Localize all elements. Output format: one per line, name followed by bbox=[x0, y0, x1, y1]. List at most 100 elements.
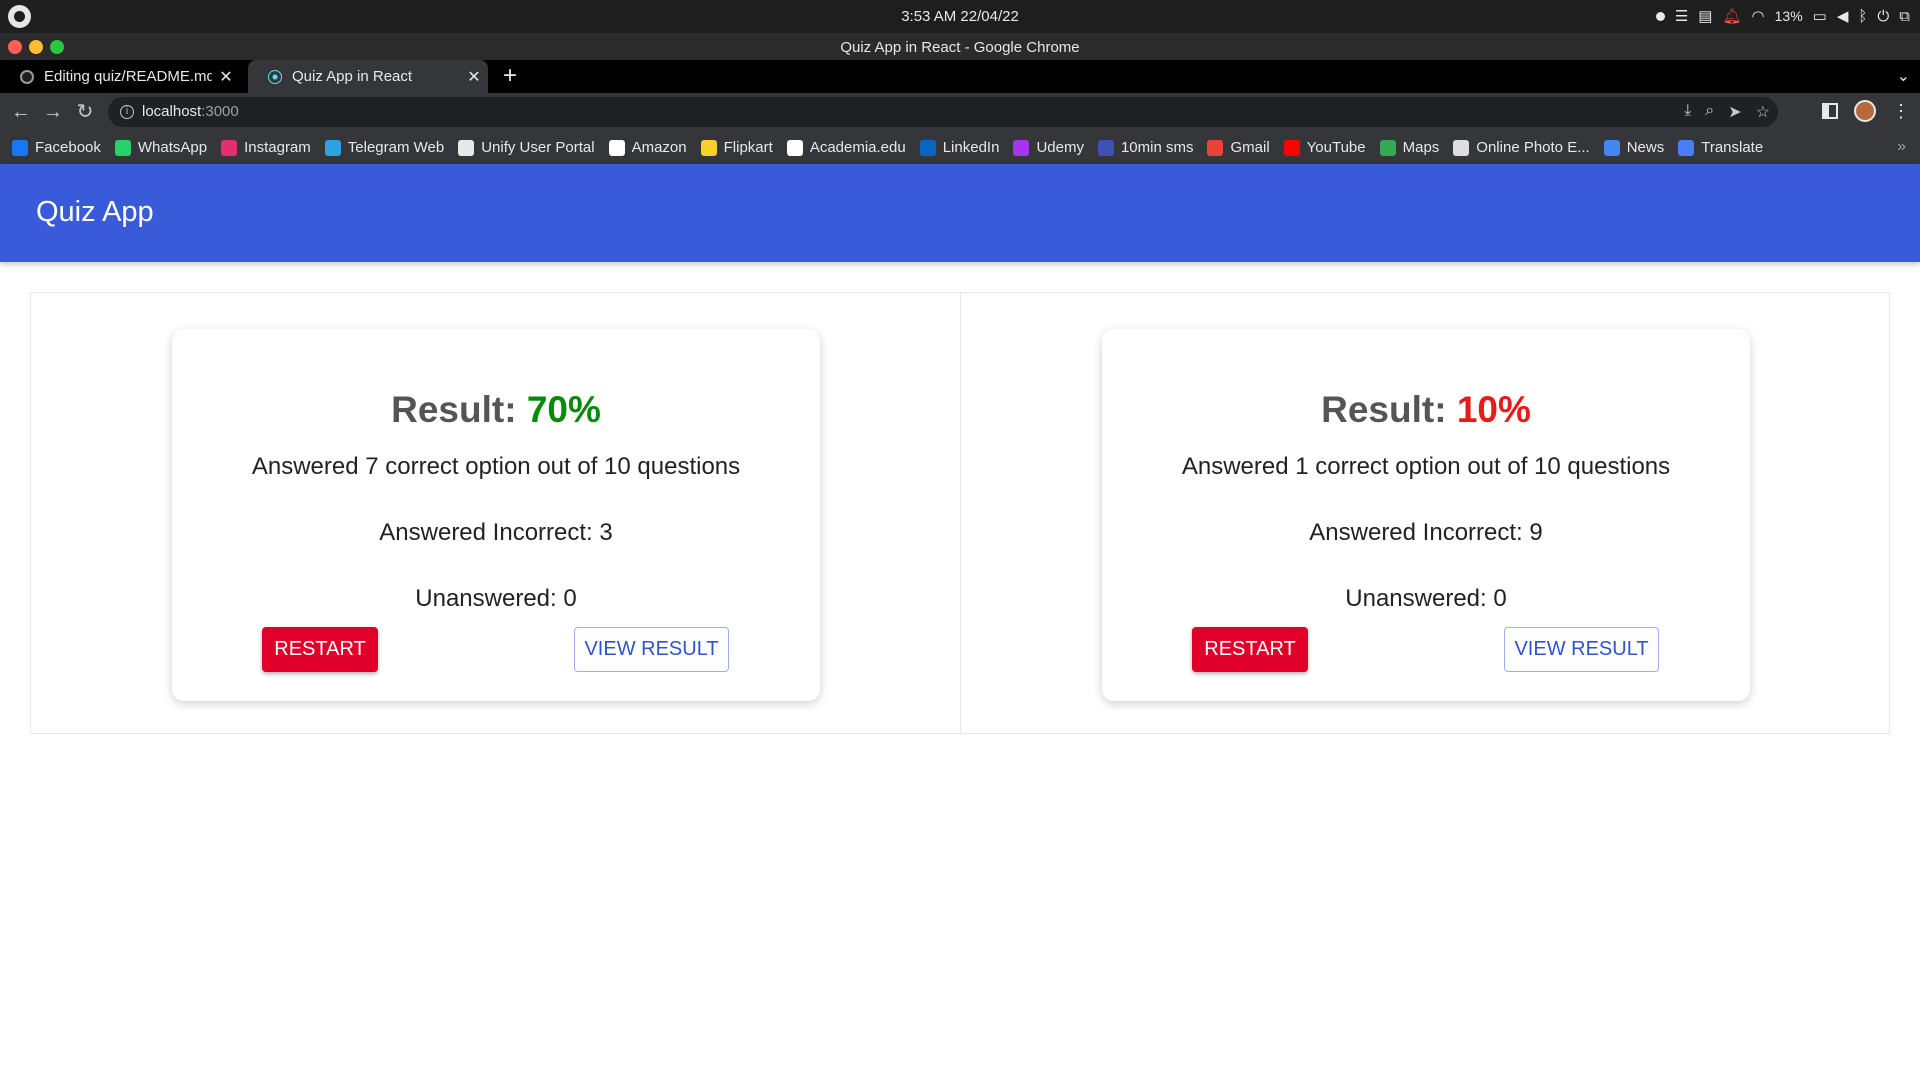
more-menu-icon[interactable]: ⋮ bbox=[1892, 101, 1910, 122]
bookmark-favicon-icon bbox=[1678, 139, 1695, 156]
bookmarks-bar: Facebook WhatsApp Instagram Telegram Web Uni… bbox=[0, 131, 1920, 164]
forward-arrow-icon[interactable]: → bbox=[42, 101, 64, 123]
bookmark-label: Translate bbox=[1701, 139, 1764, 156]
wifi-icon[interactable]: ◠ bbox=[1752, 7, 1765, 25]
restart-button[interactable]: RESTART bbox=[262, 627, 378, 672]
notification-bell-icon[interactable]: 🔔︎ bbox=[1722, 7, 1741, 25]
close-icon[interactable]: ✕ bbox=[460, 67, 488, 87]
battery-percent: 13% bbox=[1774, 8, 1803, 24]
bookmark-label: LinkedIn bbox=[942, 139, 1000, 156]
bookmark-favicon-icon bbox=[1603, 139, 1620, 156]
results-grid: Result: 70% Answered 7 correct option ou… bbox=[30, 292, 1890, 734]
power-icon[interactable]: ⏻ bbox=[1877, 8, 1889, 25]
tab-search-chevron-icon[interactable]: ⌄ bbox=[1897, 66, 1910, 86]
zoom-icon[interactable]: ⌕ bbox=[1705, 102, 1714, 122]
correct-summary: Answered 1 correct option out of 10 ques… bbox=[1181, 453, 1671, 480]
result-heading: Result: 10% bbox=[1102, 389, 1750, 431]
back-arrow-icon[interactable]: ← bbox=[10, 101, 32, 123]
bookmark-item[interactable]: Udemy bbox=[1013, 139, 1084, 156]
bluetooth-icon[interactable]: ᛒ bbox=[1858, 8, 1867, 25]
bookmark-label: Instagram bbox=[244, 139, 311, 156]
bookmark-favicon-icon bbox=[919, 139, 936, 156]
tab-strip: Editing quiz/README.md ✕ Quiz App in Rea… bbox=[0, 60, 1920, 93]
tab-label: Editing quiz/README.md bbox=[44, 68, 212, 85]
bookmark-label: News bbox=[1626, 139, 1665, 156]
result-percent: 70% bbox=[526, 389, 601, 430]
bookmark-label: Facebook bbox=[35, 139, 101, 156]
volume-icon[interactable]: ◀︎ bbox=[1837, 7, 1849, 25]
bookmark-favicon-icon bbox=[458, 139, 475, 156]
bookmark-item[interactable]: News bbox=[1603, 139, 1665, 156]
reload-icon[interactable]: ↻ bbox=[74, 101, 96, 123]
new-tab-button[interactable]: + bbox=[496, 63, 524, 91]
restart-button[interactable]: RESTART bbox=[1192, 627, 1308, 672]
result-column: Result: 10% Answered 1 correct option ou… bbox=[960, 293, 1889, 733]
battery-icon[interactable]: ▭ bbox=[1813, 7, 1827, 25]
bookmark-item[interactable]: Gmail bbox=[1207, 139, 1270, 156]
menu-icon[interactable]: ☰ bbox=[1675, 7, 1688, 25]
site-info-icon[interactable]: i bbox=[120, 105, 134, 119]
bookmark-favicon-icon bbox=[324, 139, 341, 156]
tab-quiz-app[interactable]: Quiz App in React ✕ bbox=[248, 60, 488, 93]
omnibox-actions: ⤓ ⌕ ➤ ☆ bbox=[1684, 102, 1770, 122]
install-icon[interactable]: ⤓ bbox=[1684, 102, 1691, 122]
bookmark-item[interactable]: Unify User Portal bbox=[458, 139, 595, 156]
tab-label: Quiz App in React bbox=[292, 68, 413, 85]
browser-toolbar: ← → ↻ i localhost:3000 ⤓ ⌕ ➤ ☆ ⋮ bbox=[0, 93, 1920, 131]
side-panel-icon[interactable] bbox=[1822, 103, 1838, 119]
url-text[interactable]: localhost:3000 bbox=[142, 103, 239, 120]
bookmark-label: Unify User Portal bbox=[481, 139, 595, 156]
bookmark-item[interactable]: 10min sms bbox=[1097, 139, 1194, 156]
bookmark-favicon-icon bbox=[1379, 139, 1396, 156]
result-label: Result: bbox=[1321, 389, 1457, 430]
bookmark-item[interactable]: Flipkart bbox=[700, 139, 773, 156]
bookmark-item[interactable]: Telegram Web bbox=[324, 139, 444, 156]
bookmark-favicon-icon bbox=[608, 139, 625, 156]
os-top-bar: 3:53 AM 22/04/22 ☰ ▤ 🔔︎ ◠ 13% ▭ ◀︎ ᛒ ⏻ ⧉ bbox=[0, 0, 1920, 33]
window-title: Quiz App in React - Google Chrome bbox=[840, 39, 1080, 56]
os-clock: 3:53 AM 22/04/22 bbox=[901, 8, 1019, 25]
view-result-button[interactable]: VIEW RESULT bbox=[1504, 627, 1659, 672]
bookmark-item[interactable]: WhatsApp bbox=[114, 139, 207, 156]
bookmark-star-icon[interactable]: ☆ bbox=[1756, 102, 1770, 122]
incorrect-summary: Answered Incorrect: 3 bbox=[379, 519, 613, 546]
window-title-bar: Quiz App in React - Google Chrome bbox=[0, 33, 1920, 60]
app-header: Quiz App bbox=[0, 164, 1920, 262]
toolbar-right: ⋮ bbox=[1822, 100, 1910, 122]
bookmarks-overflow-icon[interactable]: » bbox=[1897, 138, 1906, 156]
bookmark-item[interactable]: Translate bbox=[1678, 139, 1763, 156]
bookmark-item[interactable]: YouTube bbox=[1283, 139, 1366, 156]
correct-summary: Answered 7 correct option out of 10 ques… bbox=[251, 453, 741, 480]
bookmark-label: Academia.edu bbox=[809, 139, 906, 156]
bookmark-favicon-icon bbox=[700, 139, 717, 156]
bookmark-item[interactable]: LinkedIn bbox=[919, 139, 1000, 156]
tab-readme[interactable]: Editing quiz/README.md ✕ bbox=[0, 60, 240, 93]
url-port: :3000 bbox=[201, 103, 239, 120]
bookmark-item[interactable]: Academia.edu bbox=[786, 139, 906, 156]
close-icon[interactable]: ✕ bbox=[212, 67, 240, 87]
address-bar[interactable]: i localhost:3000 ⤓ ⌕ ➤ ☆ bbox=[108, 97, 1778, 127]
record-indicator-icon[interactable] bbox=[1655, 11, 1665, 21]
bookmark-item[interactable]: Facebook bbox=[12, 139, 101, 156]
calendar-icon[interactable]: ▤ bbox=[1698, 7, 1712, 25]
result-heading: Result: 70% bbox=[172, 389, 820, 431]
window-switch-icon[interactable]: ⧉ bbox=[1899, 8, 1910, 25]
react-icon bbox=[268, 69, 282, 84]
bookmark-item[interactable]: Online Photo E... bbox=[1453, 139, 1590, 156]
bookmark-favicon-icon bbox=[1097, 139, 1114, 156]
bookmark-item[interactable]: Amazon bbox=[608, 139, 687, 156]
view-result-button[interactable]: VIEW RESULT bbox=[574, 627, 729, 672]
bookmark-favicon-icon bbox=[1013, 139, 1030, 156]
send-icon[interactable]: ➤ bbox=[1728, 102, 1741, 122]
result-card: Result: 70% Answered 7 correct option ou… bbox=[172, 329, 820, 701]
profile-avatar[interactable] bbox=[1854, 100, 1876, 122]
bookmark-item[interactable]: Instagram bbox=[221, 139, 311, 156]
bookmark-label: 10min sms bbox=[1120, 139, 1194, 156]
github-icon bbox=[20, 69, 34, 84]
app-title: Quiz App bbox=[36, 196, 154, 228]
bookmark-label: YouTube bbox=[1306, 139, 1366, 156]
bookmark-item[interactable]: Maps bbox=[1379, 139, 1439, 156]
bookmark-favicon-icon bbox=[1207, 139, 1224, 156]
unanswered-summary: Unanswered: 0 bbox=[415, 585, 577, 612]
bookmark-favicon-icon bbox=[221, 139, 238, 156]
